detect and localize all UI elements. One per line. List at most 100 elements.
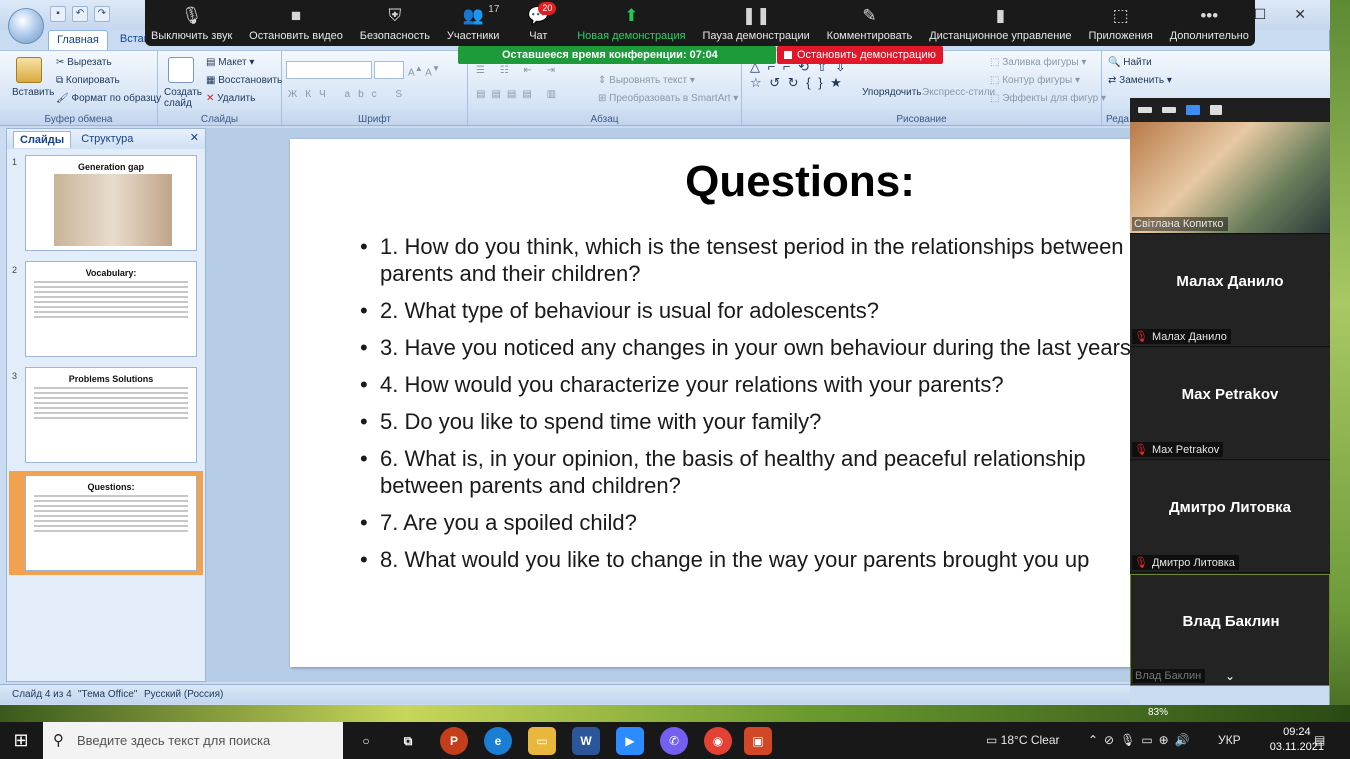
font-name-input[interactable] [286,61,372,79]
shape-fill-button[interactable]: ⬚ Заливка фигуры ▾ [990,57,1086,68]
participant-tile[interactable]: Max Petrakov 🎙 Max Petrakov [1130,348,1330,460]
participant-name: Малах Данило [1176,273,1284,290]
stop-video-button[interactable]: ■ Остановить видео [249,0,343,46]
delete-slide-button[interactable]: ✕ Удалить [206,93,255,104]
notification-icon[interactable]: ▤ [1314,722,1325,759]
pause-share-button[interactable]: ❚❚ Пауза демонстрации [702,0,809,46]
powerpoint-taskbar-icon[interactable]: P [440,727,468,755]
participant-label: 🎙 Max Petrakov [1132,442,1224,457]
language-indicator[interactable]: Русский (Россия) [144,689,223,700]
close-panel-icon[interactable]: ✕ [190,131,199,144]
powerpoint-show-icon[interactable]: ▣ [744,727,772,755]
slide-canvas[interactable]: Questions: 1. How do you think, which is… [290,139,1130,667]
chat-unread-badge: 20 [538,2,557,15]
list-buttons[interactable]: ☰ ☷ ⇤ ⇥ [476,65,561,76]
new-share-button[interactable]: ⬆ Новая демонстрация [577,0,685,46]
participant-video-tile[interactable]: Світлана Копитко [1130,122,1330,234]
annotate-label: Комментировать [826,30,913,42]
smartart-button[interactable]: ⊞ Преобразовать в SmartArt ▾ [598,93,738,104]
speaker-view-icon[interactable] [1186,105,1200,115]
system-tray-icons[interactable]: ⌃⊘🎙▭⊕🔊 [1088,722,1196,759]
taskbar-search-input[interactable]: ⚲ Введите здесь текст для поиска [43,722,343,759]
font-style-buttons[interactable]: ЖКЧ abc S [288,89,410,100]
task-view-icon[interactable]: ⧉ [394,727,422,755]
tab-home[interactable]: Главная [48,30,108,50]
stop-icon [784,51,792,59]
zoom-app-icon[interactable]: ▶ [616,727,644,755]
participant-tile[interactable]: Малах Данило 🎙 Малах Данило [1130,235,1330,347]
find-button[interactable]: 🔍 Найти [1108,57,1152,68]
question-list[interactable]: 1. How do you think, which is the tenses… [360,233,1130,583]
participants-button[interactable]: 👥 17 Участники [447,0,500,46]
stop-share-label: Остановить демонстрацию [797,49,936,61]
grow-font-button[interactable]: A▲ A▼ [408,63,440,78]
smartart-label: Преобразовать в SmartArt [609,93,731,104]
more-button[interactable]: ••• Дополнительно [1170,0,1249,46]
shape-outline-button[interactable]: ⬚ Контур фигуры ▾ [990,75,1080,86]
desktop-strip: 83% [0,705,1350,722]
slide-thumbnail-1[interactable]: Generation gap [25,155,197,251]
participant-name: Влад Баклин [1182,613,1280,630]
muted-mic-icon: 🎙 [1134,557,1148,569]
shapes-gallery[interactable]: △ ⌐ ⌐ ⟲ ⇧ ⇩ ☆ ↺ ↻ { } ★ [750,59,858,111]
gallery-view-icon[interactable] [1210,105,1222,115]
security-label: Безопасность [359,30,430,42]
new-share-label: Новая демонстрация [577,30,686,42]
participant-tile[interactable]: Влад Баклин Влад Баклин ⌄ [1130,574,1330,686]
slide-thumbnail-4[interactable]: Questions: [25,475,197,571]
tab-slides[interactable]: Слайды [13,130,72,148]
meeting-time-remaining: Оставшееся время конференции: 07:04 [458,46,776,64]
weather-widget[interactable]: ▭ 18°C Clear [986,722,1060,759]
thumbnail-title: Questions: [87,482,135,492]
redo-icon[interactable]: ↷ [94,6,110,22]
replace-button[interactable]: ⇄ Заменить ▾ [1108,75,1172,86]
slide-thumbnail-3[interactable]: Problems Solutions [25,367,197,463]
word-icon[interactable]: W [572,727,600,755]
slide-title[interactable]: Questions: [290,157,1130,207]
undo-icon[interactable]: ↶ [72,6,88,22]
stop-share-button[interactable]: Остановить демонстрацию [777,46,943,64]
align-buttons[interactable]: ▤▤▤▤ ▥ [476,89,562,100]
annotate-button[interactable]: ✎ Комментировать [827,0,913,46]
format-painter-button[interactable]: 🖌 Формат по образцу [56,93,161,104]
minimize-icon[interactable] [1138,107,1152,113]
slide-thumbnail-2[interactable]: Vocabulary: [25,261,197,357]
thumbnail-number: 3 [12,371,18,381]
strip-view-icon[interactable] [1162,107,1176,113]
close-icon[interactable]: ✕ [1294,6,1306,23]
chat-label: Чат [529,30,548,42]
copy-button[interactable]: ⧉ Копировать [56,75,120,86]
security-button[interactable]: ⛨ Безопасность [360,0,430,46]
list-item: 2. What type of behaviour is usual for a… [360,297,1130,324]
windows-start-icon[interactable]: ⊞ [0,722,42,759]
new-slide-button[interactable]: Создать слайд [164,87,204,109]
chat-button[interactable]: 💬 20 Чат [516,0,560,46]
layout-button[interactable]: ▤ Макет ▾ [206,57,254,68]
office-button[interactable] [8,8,44,44]
remote-control-button[interactable]: ▮ Дистанционное управление [929,0,1071,46]
viber-icon[interactable]: ✆ [660,727,688,755]
save-icon[interactable]: ▪ [50,6,66,22]
find-label: Найти [1123,57,1152,68]
cortana-icon[interactable]: ○ [352,727,380,755]
chevron-down-icon[interactable]: ⌄ [1225,669,1235,683]
participant-tile[interactable]: Дмитро Литовка 🎙 Дмитро Литовка [1130,461,1330,573]
file-explorer-icon[interactable]: ▭ [528,727,556,755]
tab-outline[interactable]: Структура [81,133,133,145]
cut-button[interactable]: ✂ Вырезать [56,57,112,68]
font-size-input[interactable] [374,61,404,79]
maximize-icon[interactable]: ☐ [1254,6,1267,23]
input-language[interactable]: УКР [1218,722,1241,759]
mute-button[interactable]: 🎙 Выключить звук [151,0,232,46]
weather-text: 18°C Clear [1000,733,1060,747]
arrange-button[interactable]: Упорядочить [862,87,922,98]
align-text-button[interactable]: ⇕ Выровнять текст ▾ [598,75,695,86]
paste-button[interactable]: Вставить [12,87,54,98]
edge-icon[interactable]: e [484,727,512,755]
shape-effects-button[interactable]: ⬚ Эффекты для фигур ▾ [990,93,1106,104]
quick-styles-button[interactable]: Экспресс-стили [922,87,995,98]
chrome-icon[interactable]: ◉ [704,727,732,755]
reset-button[interactable]: ▦ Восстановить [206,75,282,86]
font-group-title: Шрифт [358,114,391,125]
apps-button[interactable]: ⬚ Приложения [1088,0,1152,46]
